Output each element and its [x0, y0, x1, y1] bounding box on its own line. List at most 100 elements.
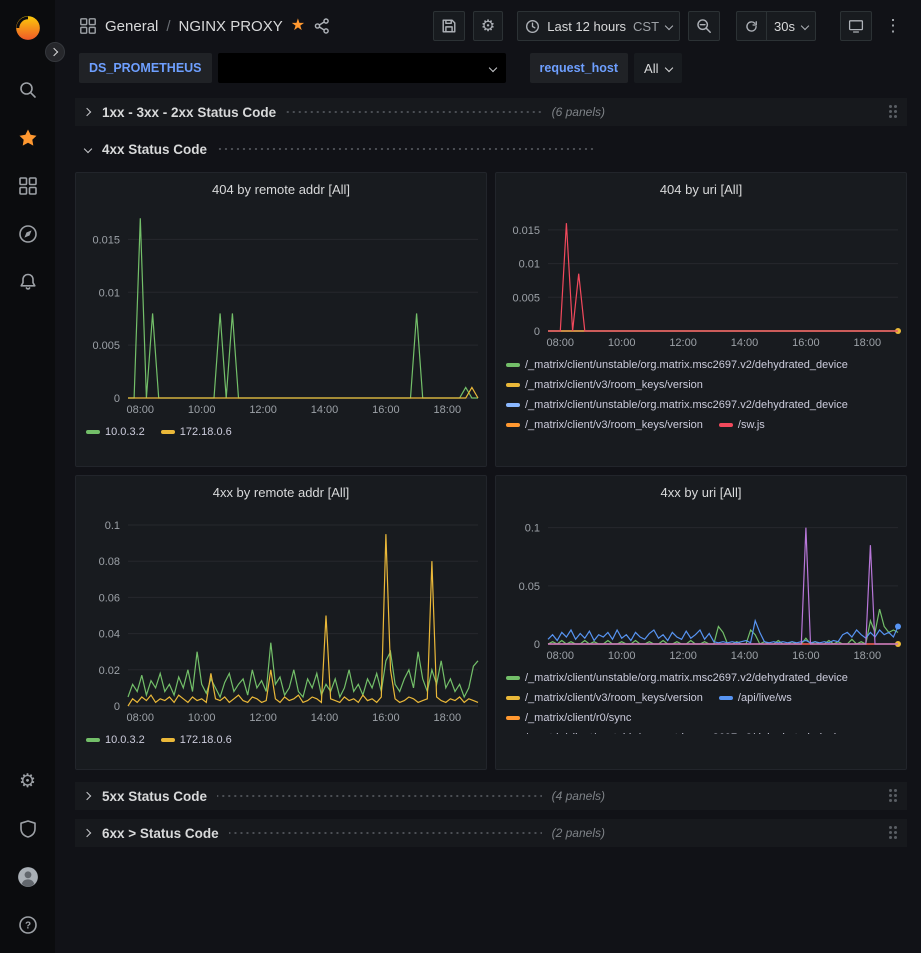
svg-text:12:00: 12:00 [669, 337, 697, 349]
svg-text:10:00: 10:00 [188, 712, 216, 724]
kebab-menu[interactable]: ⋮ [880, 11, 906, 41]
panel-title[interactable]: 404 by uri [All] [496, 173, 906, 205]
legend-label: /api/live/ws [738, 688, 792, 708]
zoom-out-button[interactable] [688, 11, 720, 41]
legend-item[interactable]: /_matrix/client/v3/room_keys/version [506, 375, 703, 395]
row-5xx-status-code[interactable]: 5xx Status Code (4 panels) [75, 782, 907, 810]
legend-item[interactable]: /_matrix/client/unstable/org.matrix.msc2… [506, 355, 848, 375]
panel-title[interactable]: 4xx by uri [All] [496, 476, 906, 508]
row-drag-handle[interactable] [889, 826, 899, 841]
legend-label: /_matrix/client/unstable/org.matrix.msc2… [525, 355, 848, 375]
chart-4xx-by-remote-addr[interactable]: 00.020.040.060.080.108:0010:0012:0014:00… [76, 508, 486, 726]
sidebar-item-server-admin[interactable] [8, 809, 48, 849]
row-drag-handle[interactable] [889, 105, 899, 120]
sidebar-item-search[interactable] [8, 70, 48, 110]
sidebar-item-configuration[interactable]: ⚙ [8, 761, 48, 801]
zoom-out-icon [696, 18, 712, 34]
request-host-select[interactable]: All [634, 53, 682, 83]
legend-label: /_matrix/client/r0/sync [525, 708, 631, 728]
chevron-down-icon [665, 64, 673, 72]
refresh-interval-picker[interactable]: 30s [767, 11, 816, 41]
legend-item[interactable]: 172.18.0.6 [161, 730, 232, 750]
svg-text:08:00: 08:00 [127, 712, 155, 724]
legend-row: 10.0.3.2 172.18.0.6 [86, 422, 476, 442]
shield-icon [18, 819, 38, 839]
dashboard-content: 1xx - 3xx - 2xx Status Code (6 panels) 4… [55, 90, 921, 953]
legend-label: /sw.js [738, 415, 765, 435]
legend-item[interactable]: /_matrix/client/unstable/org.matrix.msc2… [506, 728, 848, 734]
clock-icon [525, 19, 540, 34]
grafana-app: ⚙ ? [0, 0, 921, 953]
cycle-view-button[interactable] [840, 11, 872, 41]
svg-text:0.005: 0.005 [92, 340, 120, 352]
svg-text:18:00: 18:00 [854, 650, 882, 662]
sidebar-item-starred[interactable] [8, 118, 48, 158]
legend-swatch [506, 403, 520, 407]
row-panel-count: (6 panels) [552, 105, 605, 119]
svg-text:14:00: 14:00 [731, 650, 759, 662]
chevron-right-icon [83, 830, 93, 836]
svg-text:16:00: 16:00 [792, 650, 820, 662]
legend-row: /_matrix/client/v3/room_keys/version [506, 375, 896, 395]
favorite-star-icon[interactable]: ★ [291, 18, 305, 34]
svg-text:16:00: 16:00 [792, 337, 820, 349]
row-panel-count: (4 panels) [552, 789, 605, 803]
row-title: 4xx Status Code [102, 142, 207, 157]
legend-item[interactable]: /_matrix/client/r0/sync [506, 708, 631, 728]
legend-item[interactable]: 10.0.3.2 [86, 422, 145, 442]
legend-swatch [86, 738, 100, 742]
request-host-value: All [644, 61, 658, 76]
dashboard-settings-button[interactable]: ⚙ [473, 11, 503, 41]
legend-item[interactable]: /_matrix/client/v3/room_keys/version [506, 415, 703, 435]
legend-item[interactable]: /_matrix/client/unstable/org.matrix.msc2… [506, 668, 848, 688]
sidebar-expand-button[interactable] [45, 42, 65, 62]
legend-item[interactable]: 10.0.3.2 [86, 730, 145, 750]
legend-label: 172.18.0.6 [180, 730, 232, 750]
legend-item[interactable]: /sw.js [719, 415, 765, 435]
chart-4xx-by-uri[interactable]: 00.050.108:0010:0012:0014:0016:0018:00 [496, 508, 906, 664]
legend-item[interactable]: /_matrix/client/v3/room_keys/version [506, 688, 703, 708]
dotted-leader [217, 148, 595, 150]
svg-text:12:00: 12:00 [669, 650, 697, 662]
svg-text:14:00: 14:00 [311, 404, 339, 416]
sidebar-item-profile[interactable] [8, 857, 48, 897]
search-icon [18, 80, 38, 100]
chevron-right-icon [83, 793, 93, 799]
panel-title[interactable]: 4xx by remote addr [All] [76, 476, 486, 508]
row-4xx-status-code[interactable]: 4xx Status Code [75, 135, 907, 163]
sidebar-item-explore[interactable] [8, 214, 48, 254]
legend-label: /_matrix/client/unstable/org.matrix.msc2… [525, 728, 848, 734]
svg-text:10:00: 10:00 [608, 650, 636, 662]
chart-404-by-uri[interactable]: 00.0050.010.01508:0010:0012:0014:0016:00… [496, 205, 906, 351]
share-icon[interactable] [313, 17, 331, 35]
svg-text:18:00: 18:00 [434, 404, 462, 416]
time-range-picker[interactable]: Last 12 hours CST [517, 11, 680, 41]
panel-4xx-by-uri: 4xx by uri [All] 00.050.108:0010:0012:00… [495, 475, 907, 770]
legend-row: /_matrix/client/v3/room_keys/version/api… [506, 688, 896, 708]
chart-404-by-remote-addr[interactable]: 00.0050.010.01508:0010:0012:0014:0016:00… [76, 205, 486, 418]
grafana-logo[interactable] [8, 8, 48, 48]
datasource-select[interactable] [218, 53, 506, 83]
save-icon [441, 18, 457, 34]
breadcrumb-section[interactable]: General [105, 18, 158, 35]
legend-item[interactable]: /api/live/ws [719, 688, 792, 708]
row-title: 6xx > Status Code [102, 826, 219, 841]
row-6xx-status-code[interactable]: 6xx > Status Code (2 panels) [75, 819, 907, 847]
refresh-button[interactable] [736, 11, 767, 41]
legend-item[interactable]: /_matrix/client/unstable/org.matrix.msc2… [506, 395, 848, 415]
row-1xx-3xx-2xx-status-code[interactable]: 1xx - 3xx - 2xx Status Code (6 panels) [75, 98, 907, 126]
svg-text:0.015: 0.015 [512, 225, 540, 237]
request-host-variable-label: request_host [530, 53, 629, 83]
sidebar-item-dashboards[interactable] [8, 166, 48, 206]
chevron-down-icon [801, 22, 809, 30]
row-drag-handle[interactable] [889, 789, 899, 804]
panel-title[interactable]: 404 by remote addr [All] [76, 173, 486, 205]
panel-grid: 404 by remote addr [All] 00.0050.010.015… [75, 172, 907, 770]
save-dashboard-button[interactable] [433, 11, 465, 41]
sidebar-item-alerting[interactable] [8, 262, 48, 302]
apps-grid-icon[interactable] [79, 17, 97, 35]
svg-text:0.01: 0.01 [99, 287, 120, 299]
sidebar-item-help[interactable]: ? [8, 905, 48, 945]
row-title: 1xx - 3xx - 2xx Status Code [102, 105, 276, 120]
legend-item[interactable]: 172.18.0.6 [161, 422, 232, 442]
